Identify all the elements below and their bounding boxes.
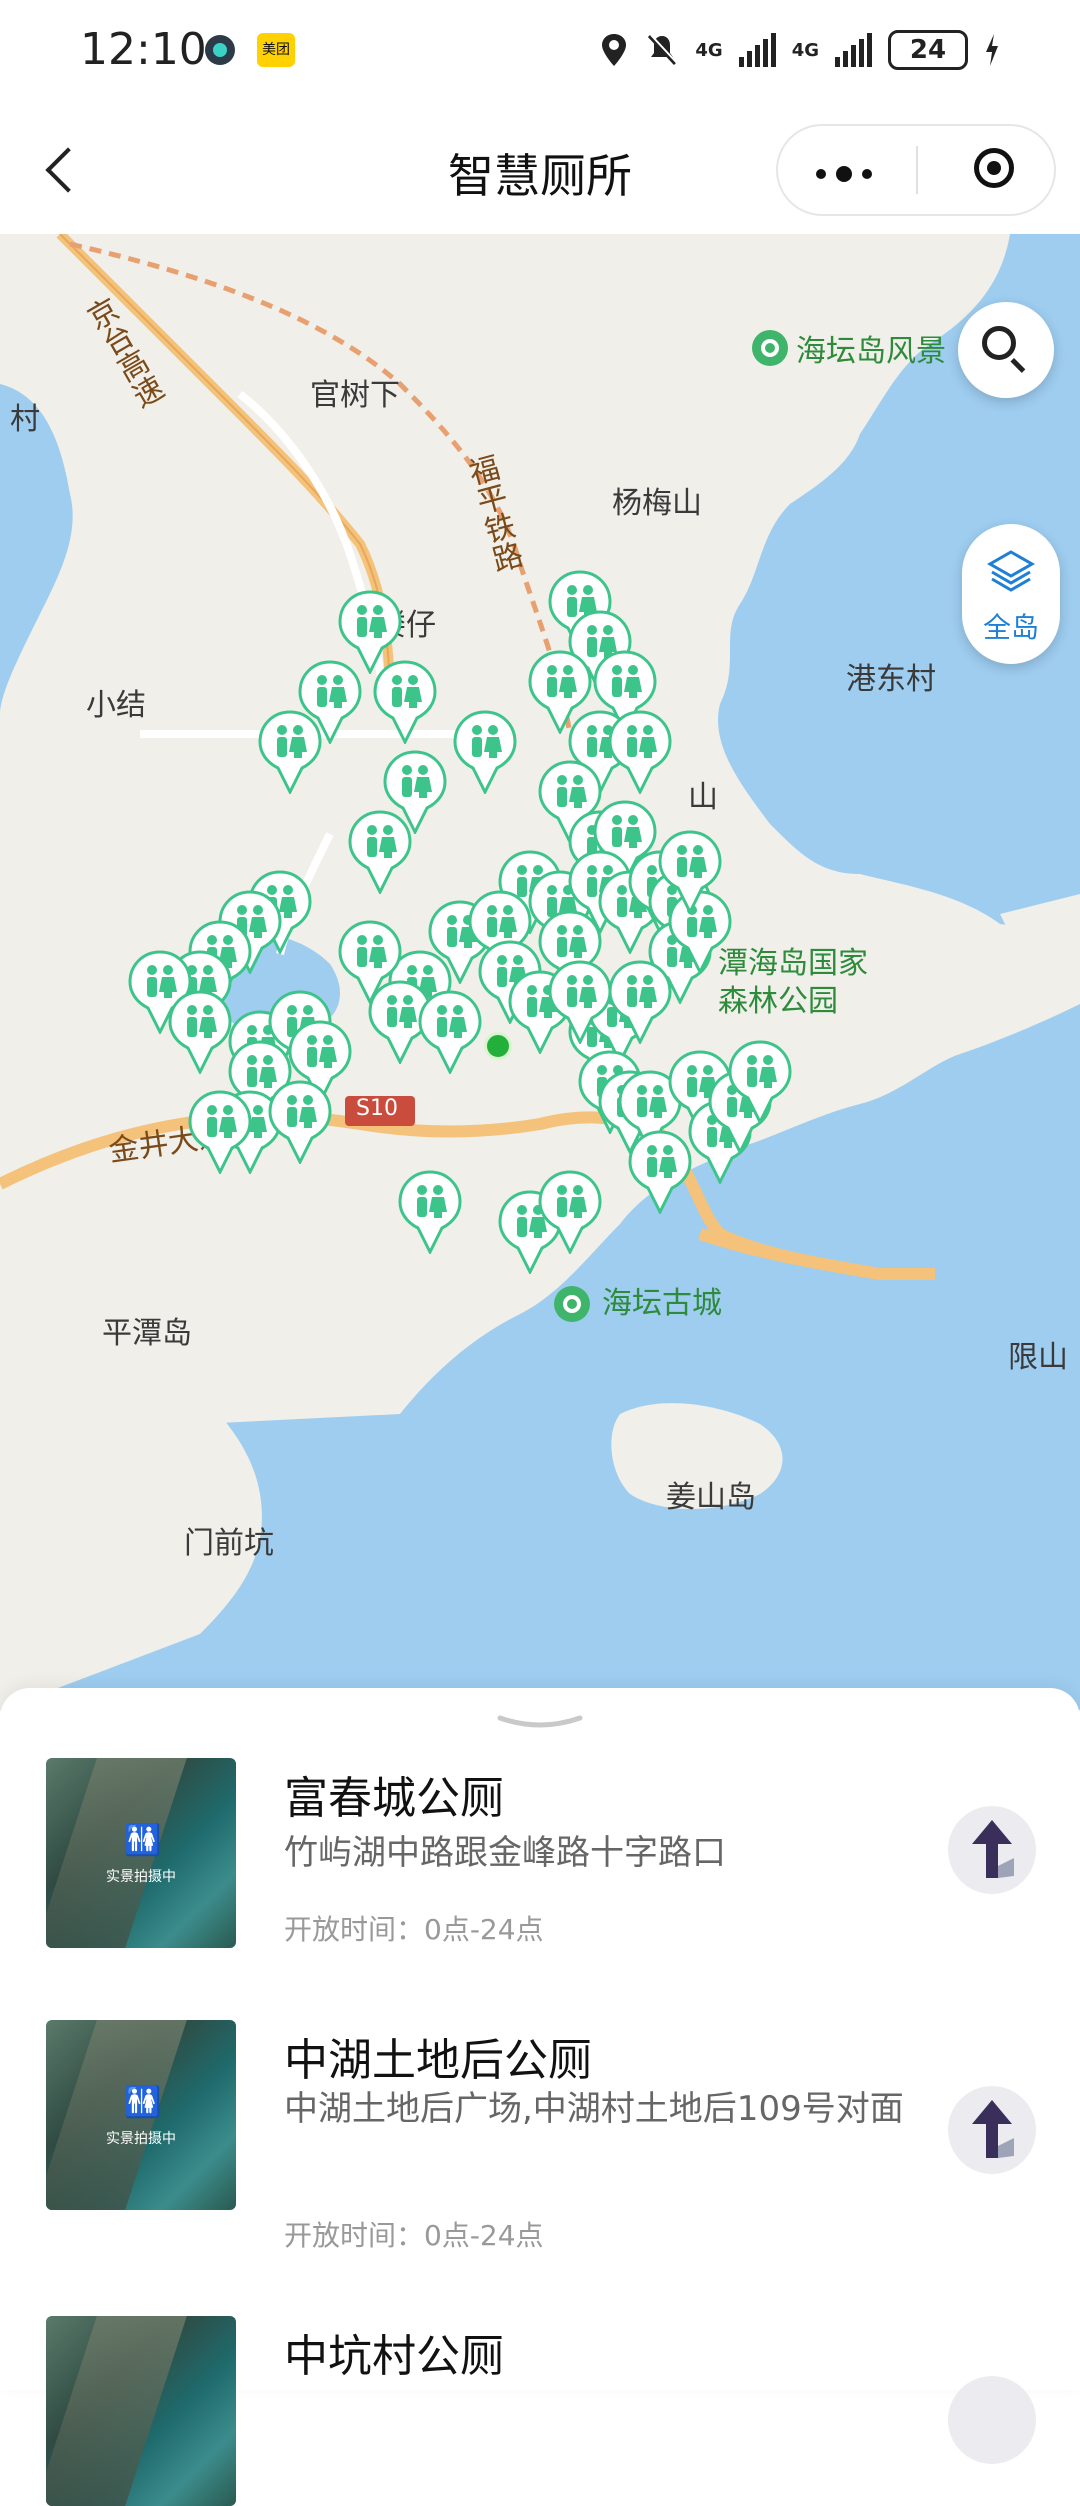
close-miniprogram-button[interactable] <box>974 148 1014 188</box>
toilet-photo: 🚻 实景拍摄中 <box>46 2020 236 2210</box>
list-item[interactable]: 中坑村公厕 <box>0 2316 1080 2506</box>
status-time: 12:10 <box>80 24 207 75</box>
sheet-drag-handle[interactable] <box>494 1712 586 1732</box>
navigate-button[interactable] <box>948 2086 1036 2174</box>
map-view[interactable]: 京台高速 官树下 村 福平铁路 杨梅山 楼仔 小结 港东村 海坛岛风景 山 潭海… <box>0 234 1080 1710</box>
network-type-2: 4G <box>791 39 819 61</box>
toilet-photo <box>46 2316 236 2506</box>
list-item[interactable]: 🚻 实景拍摄中 中湖土地后公厕 中湖土地后广场,中湖村土地后109号对面 开放时… <box>0 2020 1080 2280</box>
toilet-name: 中湖土地后公厕 <box>284 2035 592 2086</box>
place-label-jiangshan: 姜山岛 <box>666 1480 756 1515</box>
scenic-spot-icon <box>752 330 788 366</box>
toilet-pin-icon[interactable] <box>373 660 437 746</box>
signal-icon-2 <box>835 33 872 67</box>
toilet-hours: 开放时间：0点-24点 <box>284 1913 544 1946</box>
place-label-menqiankeng: 门前坑 <box>184 1526 274 1561</box>
toilet-pin-icon[interactable] <box>608 710 672 796</box>
toilet-list-sheet[interactable]: 🚻 实景拍摄中 富春城公厕 竹屿湖中路跟金峰路十字路口 开放时间：0点-24点 … <box>0 1688 1080 2506</box>
toilet-name: 富春城公厕 <box>284 1773 504 1824</box>
status-bar: 12:10 美团 4G 4G 24 <box>0 0 1080 104</box>
navigate-button[interactable] <box>948 1806 1036 1894</box>
network-type-1: 4G <box>695 39 723 61</box>
place-label-forest-park-2: 森林公园 <box>718 984 838 1019</box>
old-town-icon <box>554 1286 590 1322</box>
toilet-address: 竹屿湖中路跟金峰路十字路口 <box>284 1833 726 1873</box>
place-label-yangmeishan: 杨梅山 <box>612 486 702 521</box>
list-item[interactable]: 🚻 实景拍摄中 富春城公厕 竹屿湖中路跟金峰路十字路口 开放时间：0点-24点 <box>0 1758 1080 1978</box>
location-icon <box>602 34 627 66</box>
mute-icon <box>648 34 679 66</box>
app-notification-icon <box>205 35 235 65</box>
navigate-button[interactable] <box>948 2376 1036 2464</box>
toilet-icon: 🚻 <box>124 1823 162 1858</box>
toilet-name: 中坑村公厕 <box>284 2331 504 2382</box>
layer-label: 全岛 <box>982 611 1039 644</box>
toilet-photo: 🚻 实景拍摄中 <box>46 1758 236 1948</box>
toilet-pin-icon[interactable] <box>258 710 322 796</box>
toilet-pin-icon[interactable] <box>538 1170 602 1256</box>
toilet-pin-icon[interactable] <box>728 1040 792 1126</box>
miniprogram-capsule <box>776 124 1056 216</box>
layer-toggle-button[interactable]: 全岛 <box>962 524 1060 664</box>
toilet-address: 中湖土地后广场,中湖村土地后109号对面 <box>284 2089 904 2129</box>
toilet-pin-icon[interactable] <box>658 830 722 916</box>
toilet-pin-icon[interactable] <box>188 1090 252 1176</box>
toilet-pin-icon[interactable] <box>453 710 517 796</box>
toilet-pin-icon[interactable] <box>268 1080 332 1166</box>
road-code-label: S10 <box>356 1096 398 1121</box>
place-label-gangdong: 港东村 <box>846 662 936 697</box>
map-search-button[interactable] <box>958 302 1054 398</box>
toilet-pin-icon[interactable] <box>398 1170 462 1256</box>
navigate-arrow-icon <box>972 2100 1014 2158</box>
place-label-shan: 山 <box>688 780 718 815</box>
toilet-pin-icon[interactable] <box>628 1130 692 1216</box>
search-icon <box>982 326 1016 360</box>
place-label-xianshan: 限山 <box>1008 1340 1068 1375</box>
charging-icon <box>986 34 998 66</box>
toilet-icon: 🚻 <box>124 2085 162 2120</box>
nav-header: 智慧厕所 <box>0 104 1080 234</box>
toilet-pin-icon[interactable] <box>418 990 482 1076</box>
place-label-haitan-old-town: 海坛古城 <box>602 1286 722 1321</box>
toilet-hours: 开放时间：0点-24点 <box>284 2219 544 2252</box>
toilet-pin-icon[interactable] <box>608 960 672 1046</box>
current-location-icon <box>484 1032 512 1060</box>
signal-icon <box>738 33 776 67</box>
more-options-button[interactable] <box>816 166 872 182</box>
place-label-xiaojie: 小结 <box>86 688 146 723</box>
navigate-arrow-icon <box>972 1820 1014 1878</box>
battery-indicator: 24 <box>888 30 968 70</box>
toilet-pin-icon[interactable] <box>548 960 612 1046</box>
toilet-pin-icon[interactable] <box>348 810 412 896</box>
place-label-guanshuxia: 官树下 <box>310 378 400 413</box>
toilet-pin-icon[interactable] <box>168 990 232 1076</box>
place-label-village-left: 村 <box>10 402 40 437</box>
meituan-notification-icon: 美团 <box>257 33 295 67</box>
layers-icon <box>986 550 1036 592</box>
place-label-haitan-scenic: 海坛岛风景 <box>796 334 946 369</box>
place-label-pingtan-island: 平潭岛 <box>102 1316 192 1351</box>
